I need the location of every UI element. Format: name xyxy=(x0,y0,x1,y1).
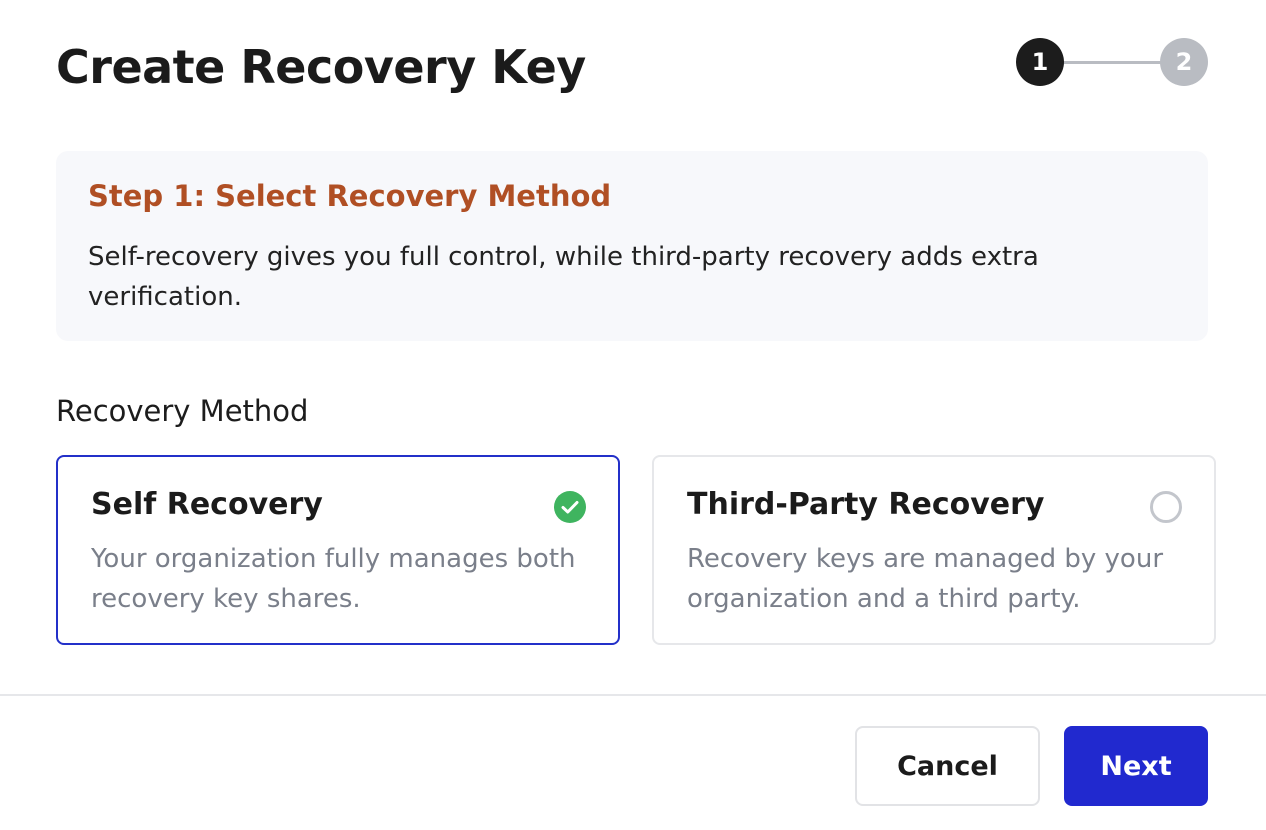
option-self-recovery[interactable]: Self Recovery Your organization fully ma… xyxy=(56,455,620,645)
dialog-title: Create Recovery Key xyxy=(56,40,586,94)
create-recovery-key-dialog: Create Recovery Key 1 2 Step 1: Select R… xyxy=(0,0,1266,830)
option-description: Your organization fully manages both rec… xyxy=(91,544,576,614)
footer-divider xyxy=(0,694,1266,696)
step-2-indicator: 2 xyxy=(1160,38,1208,86)
step-1-indicator: 1 xyxy=(1016,38,1064,86)
option-description: Recovery keys are managed by your organi… xyxy=(687,544,1164,614)
step-heading: Step 1: Select Recovery Method xyxy=(88,179,612,213)
option-title: Third-Party Recovery xyxy=(687,487,1045,522)
step-info-box: Step 1: Select Recovery Method Self-reco… xyxy=(56,151,1208,341)
stepper: 1 2 xyxy=(1016,38,1208,86)
next-button[interactable]: Next xyxy=(1064,726,1208,806)
stepper-connector xyxy=(1062,61,1162,64)
option-third-party-recovery[interactable]: Third-Party Recovery Recovery keys are m… xyxy=(652,455,1216,645)
option-title: Self Recovery xyxy=(91,487,323,522)
check-circle-icon xyxy=(554,491,586,523)
step-description: Self-recovery gives you full control, wh… xyxy=(88,242,1039,312)
radio-empty-icon[interactable] xyxy=(1150,491,1182,523)
cancel-button[interactable]: Cancel xyxy=(855,726,1040,806)
recovery-method-label: Recovery Method xyxy=(56,394,309,428)
